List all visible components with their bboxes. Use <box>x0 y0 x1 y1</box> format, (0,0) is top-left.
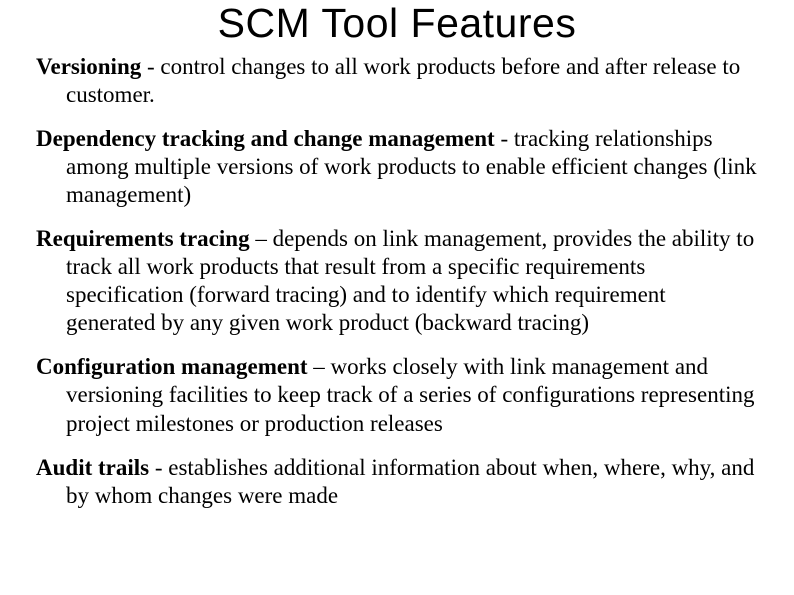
feature-desc: - establishes additional information abo… <box>66 455 754 508</box>
list-item: Versioning - control changes to all work… <box>36 53 758 109</box>
feature-term: Audit trails <box>36 455 149 480</box>
list-item: Configuration management – works closely… <box>36 353 758 437</box>
list-item: Requirements tracing – depends on link m… <box>36 225 758 337</box>
feature-desc: - control changes to all work products b… <box>66 54 740 107</box>
slide: SCM Tool Features Versioning - control c… <box>0 0 794 595</box>
feature-list: Versioning - control changes to all work… <box>36 53 758 510</box>
page-title: SCM Tool Features <box>36 0 758 47</box>
list-item: Audit trails - establishes additional in… <box>36 454 758 510</box>
feature-term: Configuration management <box>36 354 308 379</box>
list-item: Dependency tracking and change managemen… <box>36 125 758 209</box>
feature-term: Versioning <box>36 54 141 79</box>
feature-term: Requirements tracing <box>36 226 250 251</box>
feature-term: Dependency tracking and change managemen… <box>36 126 495 151</box>
